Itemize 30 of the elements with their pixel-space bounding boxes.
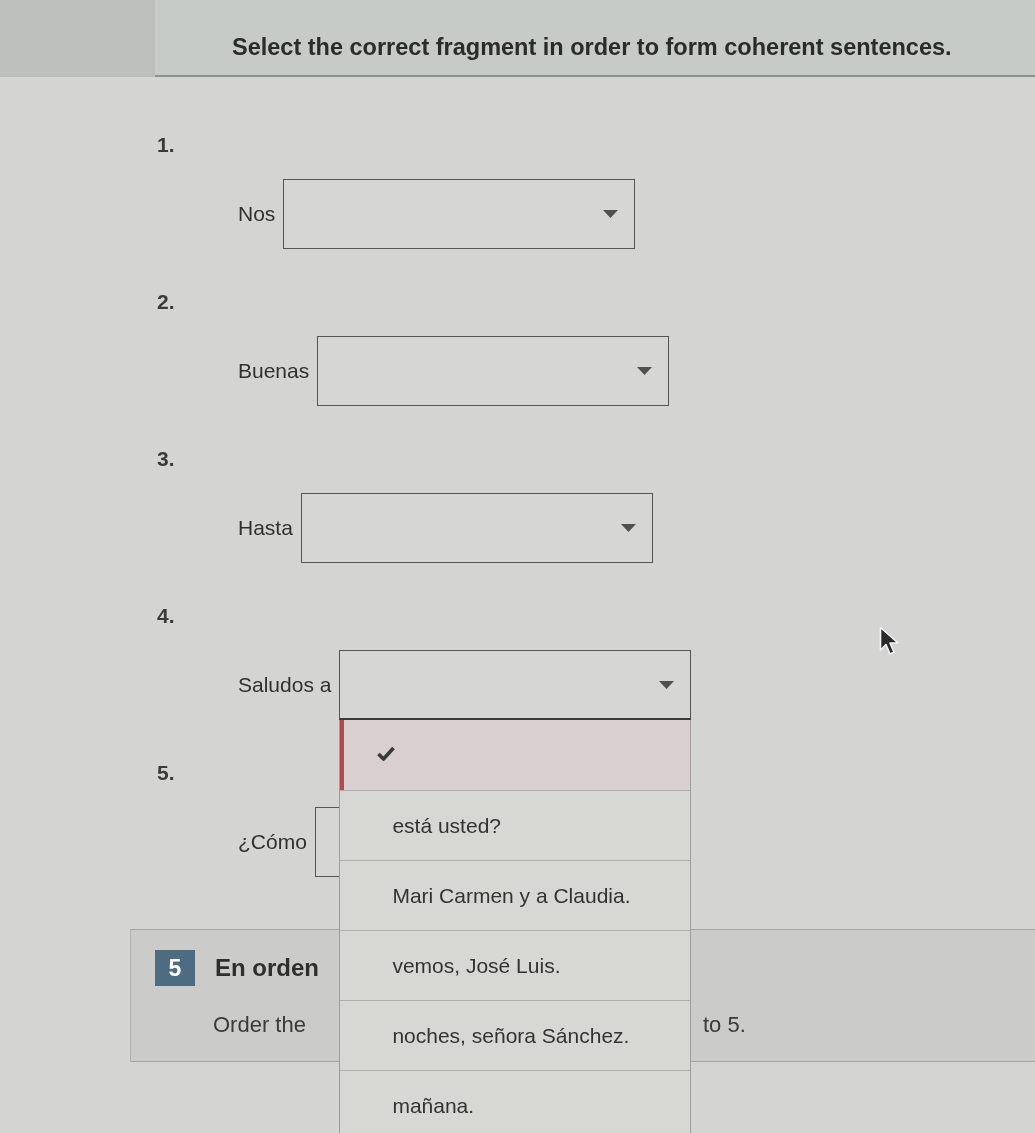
- sentence-start: Buenas: [238, 358, 310, 384]
- instructions-text: Select the correct fragment in order to form coherent sentences.: [232, 33, 952, 62]
- dropdown-field[interactable]: [283, 179, 636, 249]
- dropdown-arrow-icon: [637, 367, 653, 375]
- question-number: 2.: [157, 290, 175, 314]
- sentence-start: Hasta: [238, 515, 293, 541]
- dropdown-option[interactable]: mañana.: [340, 1070, 691, 1133]
- dropdown-field[interactable]: [339, 650, 692, 720]
- check-icon: [377, 746, 396, 761]
- question-number: 4.: [157, 604, 175, 628]
- sentence-start: Saludos a: [238, 672, 332, 698]
- dropdown-field[interactable]: [317, 336, 670, 406]
- question-number: 3.: [157, 447, 175, 471]
- section-number: 5: [155, 950, 195, 986]
- question-number: 1.: [157, 133, 175, 157]
- dropdown-option[interactable]: Mari Carmen y a Claudia.: [340, 860, 691, 930]
- section-title: En orden: [215, 953, 319, 983]
- dropdown-option[interactable]: vemos, José Luis.: [340, 930, 691, 1000]
- section-instructions-end: to 5.: [703, 1012, 746, 1038]
- dropdown-arrow-icon: [603, 210, 619, 218]
- dropdown-arrow-icon: [620, 524, 636, 532]
- question-number: 5.: [157, 761, 175, 785]
- mouse-pointer-icon: [879, 626, 901, 656]
- dropdown-field[interactable]: [300, 493, 653, 563]
- dropdown-arrow-icon: [659, 680, 675, 689]
- dropdown-option[interactable]: está usted?: [340, 790, 691, 860]
- section-instructions-start: Order the: [213, 1012, 306, 1038]
- sentence-start: ¿Cómo: [238, 829, 307, 855]
- sentence-start: Nos: [238, 201, 276, 227]
- dropdown-option[interactable]: noches, señora Sánchez.: [340, 1000, 691, 1070]
